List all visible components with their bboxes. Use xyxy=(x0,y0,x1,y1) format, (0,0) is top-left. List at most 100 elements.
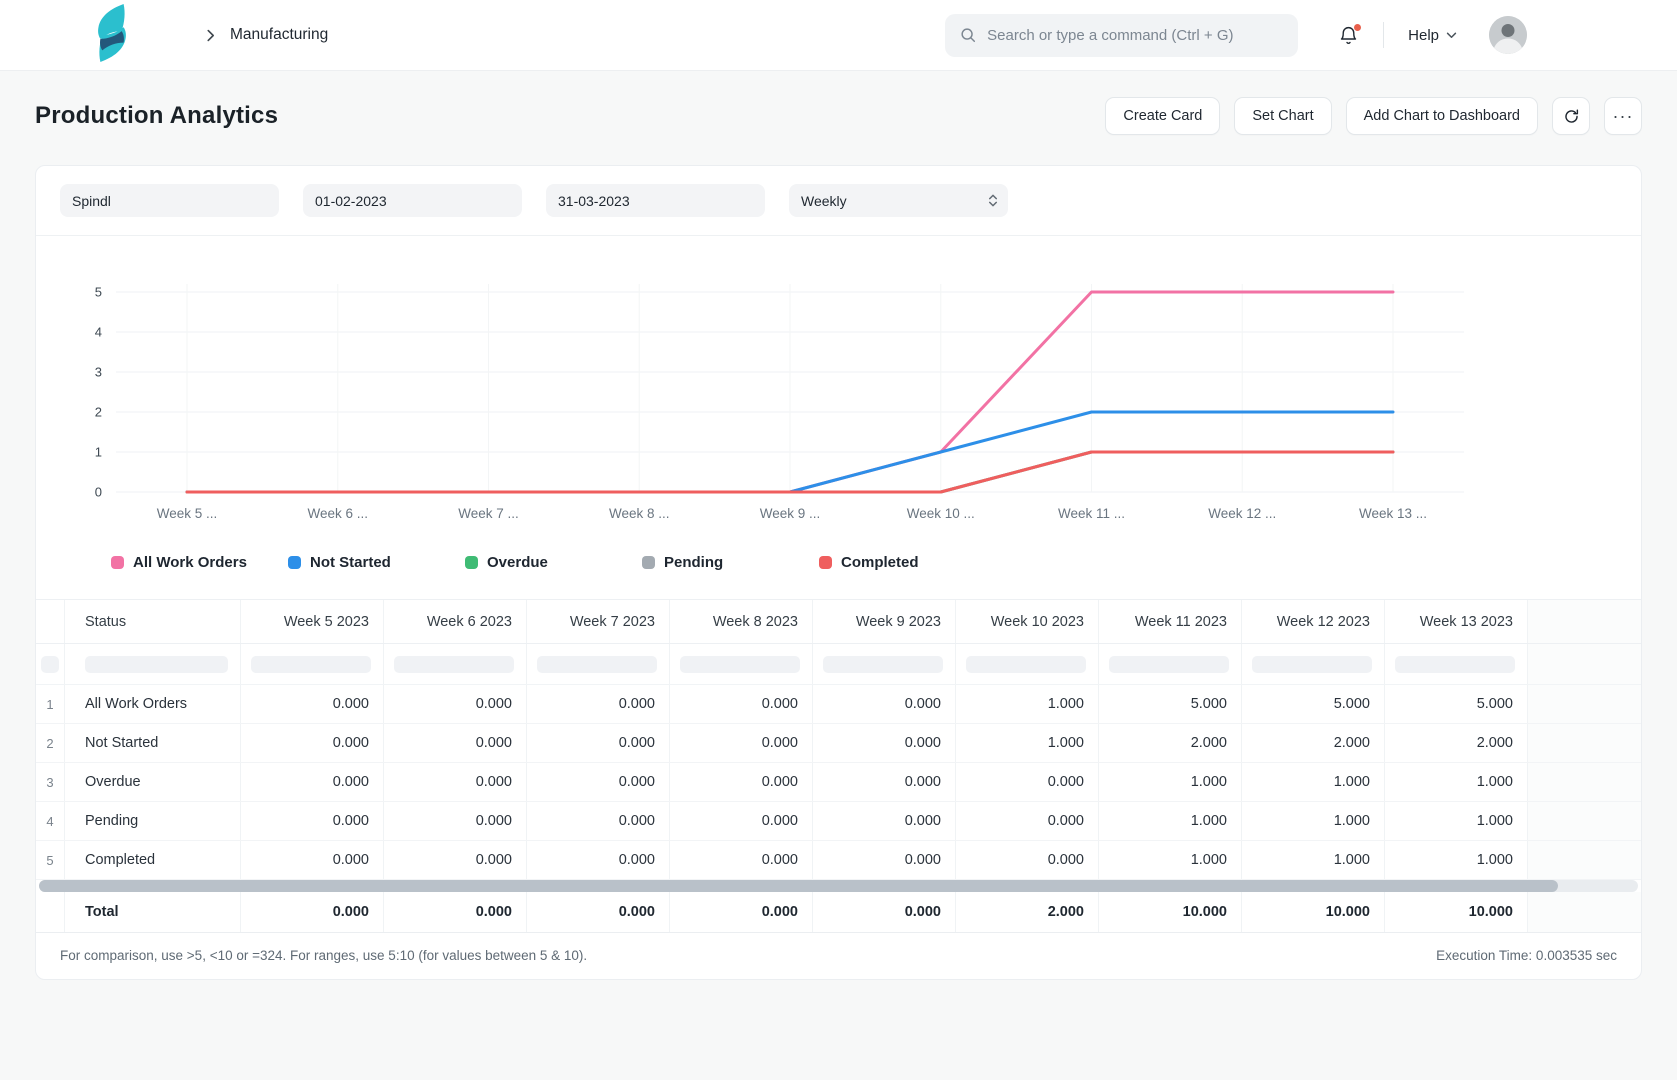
value-cell[interactable]: 1.000 xyxy=(1242,841,1385,879)
create-card-button[interactable]: Create Card xyxy=(1105,97,1220,135)
legend-swatch-icon xyxy=(288,556,301,569)
value-cell[interactable]: 0.000 xyxy=(813,724,956,762)
status-cell[interactable]: Completed xyxy=(65,841,241,879)
column-header[interactable]: Week 6 2023 xyxy=(384,600,527,643)
header-filler xyxy=(1528,600,1641,643)
to-date-input[interactable] xyxy=(546,184,765,217)
row-index[interactable]: 4 xyxy=(36,802,65,840)
value-cell[interactable]: 0.000 xyxy=(384,724,527,762)
row-index[interactable]: 2 xyxy=(36,724,65,762)
status-cell[interactable]: Overdue xyxy=(65,763,241,801)
column-filter-input[interactable] xyxy=(680,656,800,673)
column-filter-input[interactable] xyxy=(85,656,228,673)
column-header[interactable]: Week 11 2023 xyxy=(1099,600,1242,643)
value-cell[interactable]: 0.000 xyxy=(670,841,813,879)
value-cell[interactable]: 0.000 xyxy=(813,802,956,840)
horizontal-scrollbar-thumb[interactable] xyxy=(39,880,1558,892)
row-index[interactable]: 5 xyxy=(36,841,65,879)
value-cell[interactable]: 0.000 xyxy=(241,763,384,801)
column-header[interactable]: Week 5 2023 xyxy=(241,600,384,643)
column-filter-input[interactable] xyxy=(966,656,1086,673)
column-filter-input[interactable] xyxy=(1109,656,1229,673)
column-header[interactable]: Week 9 2023 xyxy=(813,600,956,643)
column-filter-input[interactable] xyxy=(251,656,371,673)
value-cell[interactable]: 0.000 xyxy=(241,724,384,762)
value-cell[interactable]: 0.000 xyxy=(384,685,527,723)
column-filter-input[interactable] xyxy=(1395,656,1515,673)
value-cell[interactable]: 0.000 xyxy=(956,763,1099,801)
value-cell[interactable]: 0.000 xyxy=(813,763,956,801)
value-cell[interactable]: 0.000 xyxy=(527,763,670,801)
value-cell[interactable]: 0.000 xyxy=(527,802,670,840)
value-cell[interactable]: 0.000 xyxy=(241,685,384,723)
value-cell[interactable]: 2.000 xyxy=(1099,724,1242,762)
column-header[interactable]: Week 8 2023 xyxy=(670,600,813,643)
column-filter-input[interactable] xyxy=(823,656,943,673)
chevron-right-icon xyxy=(206,29,215,42)
filter-cell xyxy=(384,644,527,684)
status-cell[interactable]: All Work Orders xyxy=(65,685,241,723)
value-cell[interactable]: 5.000 xyxy=(1242,685,1385,723)
frequency-select[interactable]: Weekly xyxy=(789,184,1008,217)
column-header[interactable]: Week 7 2023 xyxy=(527,600,670,643)
status-cell[interactable]: Pending xyxy=(65,802,241,840)
value-cell[interactable]: 0.000 xyxy=(956,802,1099,840)
ellipsis-icon: ··· xyxy=(1613,107,1634,125)
value-cell[interactable]: 0.000 xyxy=(813,685,956,723)
add-chart-to-dashboard-button[interactable]: Add Chart to Dashboard xyxy=(1346,97,1538,135)
value-cell[interactable]: 0.000 xyxy=(956,841,1099,879)
value-cell[interactable]: 2.000 xyxy=(1242,724,1385,762)
legend-swatch-icon xyxy=(465,556,478,569)
row-index[interactable]: 3 xyxy=(36,763,65,801)
column-filter-input[interactable] xyxy=(394,656,514,673)
value-cell[interactable]: 1.000 xyxy=(1242,802,1385,840)
breadcrumb-item-manufacturing[interactable]: Manufacturing xyxy=(230,26,328,44)
set-chart-button[interactable]: Set Chart xyxy=(1234,97,1331,135)
value-cell[interactable]: 0.000 xyxy=(384,763,527,801)
value-cell[interactable]: 0.000 xyxy=(670,802,813,840)
name-filter-input[interactable] xyxy=(60,184,279,217)
value-cell[interactable]: 0.000 xyxy=(670,724,813,762)
value-cell[interactable]: 1.000 xyxy=(1385,841,1528,879)
column-header[interactable]: Week 10 2023 xyxy=(956,600,1099,643)
value-cell[interactable]: 1.000 xyxy=(1242,763,1385,801)
value-cell[interactable]: 5.000 xyxy=(1099,685,1242,723)
status-cell[interactable]: Not Started xyxy=(65,724,241,762)
value-cell[interactable]: 1.000 xyxy=(1099,802,1242,840)
value-cell[interactable]: 1.000 xyxy=(956,685,1099,723)
column-filter-input[interactable] xyxy=(1252,656,1372,673)
global-search[interactable] xyxy=(945,14,1298,57)
user-avatar[interactable] xyxy=(1489,16,1527,54)
value-cell[interactable]: 1.000 xyxy=(1099,763,1242,801)
value-cell[interactable]: 0.000 xyxy=(241,841,384,879)
column-filter-input[interactable] xyxy=(41,656,59,673)
value-cell[interactable]: 0.000 xyxy=(384,841,527,879)
value-cell[interactable]: 0.000 xyxy=(527,724,670,762)
value-cell[interactable]: 0.000 xyxy=(527,841,670,879)
value-cell[interactable]: 0.000 xyxy=(527,685,670,723)
value-cell[interactable]: 0.000 xyxy=(384,802,527,840)
value-cell[interactable]: 2.000 xyxy=(1385,724,1528,762)
column-header[interactable]: Status xyxy=(65,600,241,643)
row-index[interactable]: 1 xyxy=(36,685,65,723)
filter-cell xyxy=(65,644,241,684)
column-header[interactable]: Week 13 2023 xyxy=(1385,600,1528,643)
value-cell[interactable]: 0.000 xyxy=(670,763,813,801)
value-cell[interactable]: 1.000 xyxy=(1099,841,1242,879)
app-logo[interactable] xyxy=(90,4,134,67)
from-date-input[interactable] xyxy=(303,184,522,217)
value-cell[interactable]: 0.000 xyxy=(813,841,956,879)
value-cell[interactable]: 0.000 xyxy=(241,802,384,840)
column-filter-input[interactable] xyxy=(537,656,657,673)
refresh-button[interactable] xyxy=(1552,97,1590,135)
value-cell[interactable]: 1.000 xyxy=(1385,763,1528,801)
value-cell[interactable]: 1.000 xyxy=(956,724,1099,762)
search-input[interactable] xyxy=(987,27,1284,44)
more-menu-button[interactable]: ··· xyxy=(1604,97,1642,135)
help-menu[interactable]: Help xyxy=(1408,27,1457,44)
value-cell[interactable]: 1.000 xyxy=(1385,802,1528,840)
notifications-button[interactable] xyxy=(1338,25,1359,46)
value-cell[interactable]: 0.000 xyxy=(670,685,813,723)
column-header[interactable]: Week 12 2023 xyxy=(1242,600,1385,643)
value-cell[interactable]: 5.000 xyxy=(1385,685,1528,723)
